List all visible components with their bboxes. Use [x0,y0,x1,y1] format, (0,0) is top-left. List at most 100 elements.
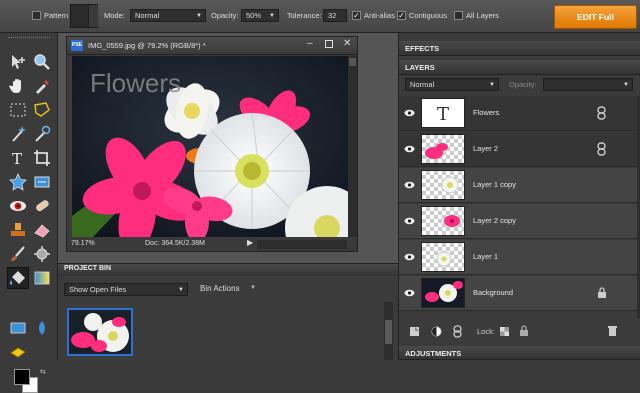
clone-stamp-tool-icon[interactable] [9,221,27,239]
visibility-eye-icon[interactable] [404,217,415,225]
layer-opacity-field[interactable]: ▼ [543,78,633,91]
crop-tool-icon[interactable] [33,149,51,167]
chevron-down-icon: ▼ [489,82,495,88]
marquee-tool-icon[interactable] [9,101,27,119]
brush-tool-icon[interactable] [9,245,27,263]
antialias-label: Anti-alias [364,11,395,20]
link-icon[interactable] [597,142,606,156]
adjustments-panel-header[interactable]: ADJUSTMENTS [399,346,640,360]
swap-colors-icon[interactable]: ⇆ [40,368,46,376]
layers-footer: Lock: [399,323,640,339]
type-tool-icon[interactable]: T [9,149,27,168]
project-bin-title: PROJECT BIN [64,265,112,272]
pattern-label: Pattern [44,11,69,20]
mode-label: Mode: [104,11,125,20]
pattern-swatch[interactable] [70,4,98,28]
sponge-tool-icon[interactable] [9,343,27,361]
magic-wand-tool-icon[interactable] [9,125,27,143]
link-layers-icon[interactable] [453,325,462,338]
document-status-bar: 79.17% Doc: 364.5K/2.38M ▶ [67,237,357,251]
maximize-icon[interactable] [325,40,333,48]
quick-selection-tool-icon[interactable] [33,125,51,143]
visibility-eye-icon[interactable] [404,109,415,117]
flowers-photo: Flowers [72,56,348,238]
gradient-tool-icon[interactable] [33,269,51,287]
layer-name: Background [473,288,514,297]
effects-panel-header[interactable]: EFFECTS [399,41,640,56]
antialias-checkbox[interactable]: ✓ [352,11,361,20]
edit-full-button[interactable]: EDIT Full [554,5,637,29]
layers-panel-header[interactable]: LAYERS [399,60,640,75]
visibility-eye-icon[interactable] [404,145,415,153]
shape-tool-icon[interactable] [9,319,27,337]
document-title: IMG_0559.jpg @ 79.2% (RGB/8*) * [88,41,206,50]
adjustment-layer-icon[interactable] [431,326,442,337]
layer-row-layer-2-copy[interactable]: Layer 2 copy [399,204,637,239]
foreground-color-swatch[interactable] [14,369,30,385]
contiguous-checkbox[interactable]: ✓ [397,11,406,20]
red-eye-tool-icon[interactable] [9,197,27,215]
image-canvas[interactable]: Flowers [72,56,348,238]
layer-row-layer-2[interactable]: Layer 2 [399,132,637,167]
bin-actions-button[interactable]: Bin Actions [200,284,240,293]
layer-name: Layer 2 [473,144,499,153]
delete-layer-icon[interactable] [607,325,618,337]
project-bin-scrollbar[interactable] [384,302,393,360]
blur-tool-icon[interactable] [33,319,51,337]
cookie-cutter-tool-icon[interactable] [9,173,27,191]
opacity-field[interactable]: 50% ▼ [241,9,279,22]
eraser-tool-icon[interactable] [33,221,51,239]
layer-row-layer-1-copy[interactable]: Layer 1 copy [399,168,637,203]
mode-value: Normal [135,11,160,20]
all-layers-checkbox[interactable] [454,11,463,20]
spot-healing-tool-icon[interactable] [33,197,51,215]
recompose-tool-icon[interactable] [33,173,51,191]
layer-row-flowers[interactable]: T Flowers [399,96,637,131]
bin-actions-chevron-icon: ▼ [250,285,256,291]
document-vertical-scrollbar[interactable] [348,56,357,238]
canvas-text-flowers: Flowers [90,68,181,98]
visibility-eye-icon[interactable] [404,253,415,261]
eyedropper-tool-icon[interactable] [33,77,51,95]
pattern-checkbox[interactable] [32,11,41,20]
layer-thumbnail: T [421,98,465,128]
toolbox: T ⇆ [0,33,58,393]
layer-name: Flowers [473,108,500,117]
chevron-down-icon: ▼ [196,13,202,19]
show-open-files-value: Show Open Files [69,285,127,294]
new-layer-icon[interactable] [409,326,420,337]
layer-row-layer-1[interactable]: Layer 1 [399,240,637,275]
hand-tool-icon[interactable] [9,77,27,95]
tolerance-field[interactable]: 32 [323,9,347,22]
visibility-eye-icon[interactable] [404,181,415,189]
document-horizontal-scrollbar[interactable] [257,240,347,249]
link-icon[interactable] [597,106,606,120]
blend-mode-select[interactable]: Normal ▼ [405,78,499,91]
move-tool-icon[interactable] [9,53,27,71]
opacity-value: 50% [246,11,262,20]
close-icon[interactable]: ✕ [343,38,351,49]
lock-transparency-icon[interactable] [499,326,510,337]
status-menu-arrow-icon[interactable]: ▶ [247,238,253,247]
chevron-down-icon: ▼ [269,13,275,19]
toolbox-grip[interactable] [8,37,50,40]
layer-thumbnail [421,242,465,272]
visibility-eye-icon[interactable] [404,289,415,297]
layer-thumbnail [421,170,465,200]
show-open-files-select[interactable]: Show Open Files ▼ [64,283,188,296]
layer-row-background[interactable]: Background [399,276,637,311]
layers-list: T Flowers Layer 2 Layer 1 copy Layer 2 c… [399,96,637,318]
project-bin-header[interactable]: PROJECT BIN [58,264,398,276]
tolerance-value: 32 [328,11,337,20]
zoom-tool-icon[interactable] [33,53,51,71]
lock-all-icon[interactable] [519,325,529,337]
document-title-bar[interactable]: PSE IMG_0559.jpg @ 79.2% (RGB/8*) * – ✕ [67,37,357,55]
paint-bucket-tool-icon[interactable] [7,267,29,289]
lasso-tool-icon[interactable] [33,101,51,119]
layer-name: Layer 1 copy [473,180,516,189]
smart-brush-tool-icon[interactable] [33,245,51,263]
document-window: PSE IMG_0559.jpg @ 79.2% (RGB/8*) * – ✕ [66,36,358,252]
mode-select[interactable]: Normal ▼ [130,9,206,22]
minimize-icon[interactable]: – [307,38,313,49]
project-bin-thumbnail[interactable] [67,308,133,356]
